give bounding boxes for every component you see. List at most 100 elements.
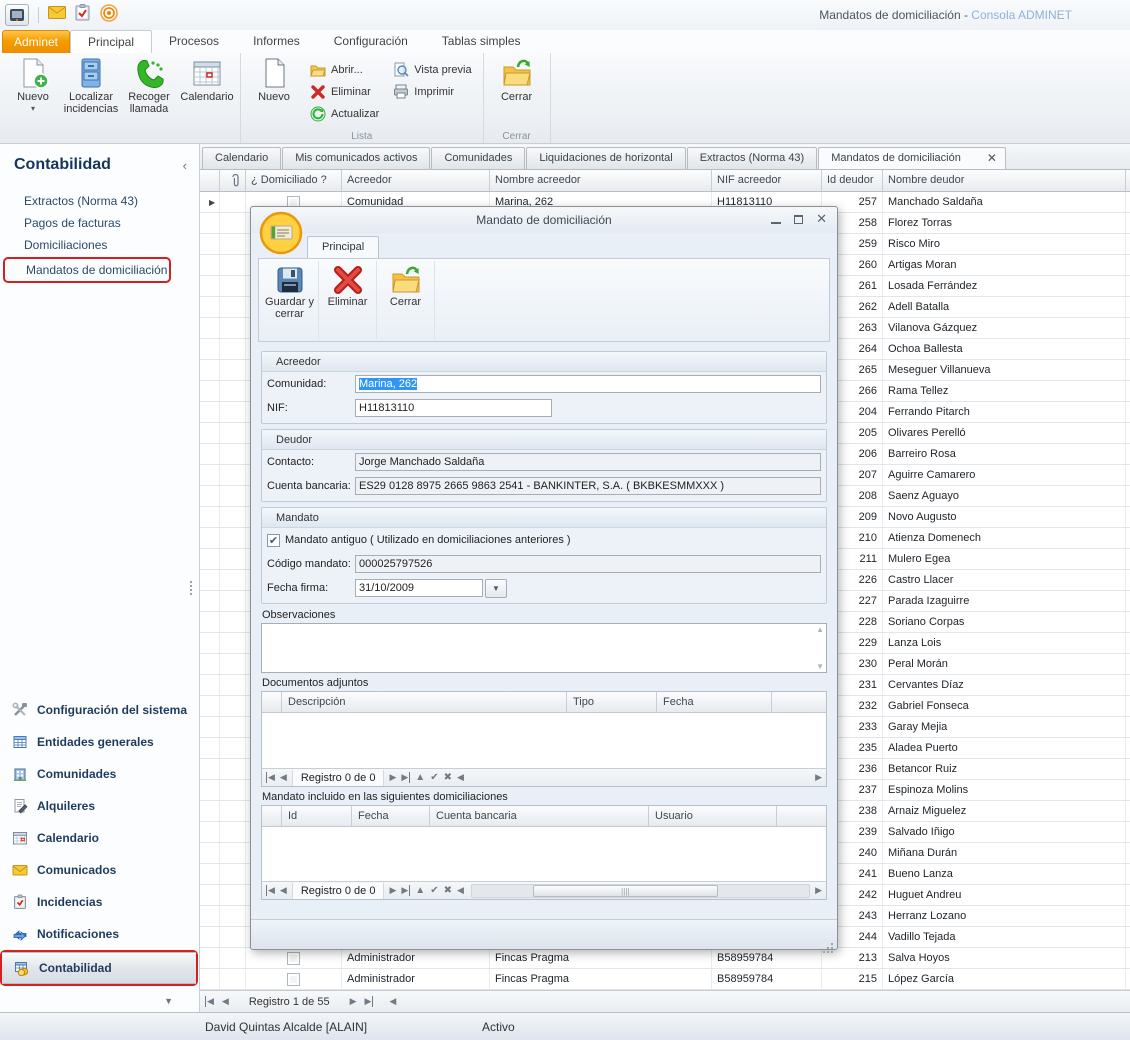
scrollbar-thumb[interactable]: [533, 885, 718, 897]
doc-tab-extractos[interactable]: Extractos (Norma 43): [687, 147, 818, 169]
sidebar-link-domiciliaciones[interactable]: Domiciliaciones: [0, 234, 199, 256]
cerrar-button[interactable]: Cerrar: [488, 55, 546, 127]
next-record-icon[interactable]: ▶: [350, 996, 357, 1007]
scroll-down-icon[interactable]: ▼: [816, 662, 824, 671]
sidebar-item-notificaciones[interactable]: Notificaciones: [0, 918, 199, 950]
col-id-deudor[interactable]: Id deudor: [822, 170, 883, 191]
col-domiciliado[interactable]: ¿ Domiciliado ?: [246, 170, 342, 191]
nuevo-button[interactable]: Nuevo ▾: [4, 55, 62, 127]
cancel-icon[interactable]: ✖: [444, 772, 452, 783]
ribbon-tab-configuracion[interactable]: Configuración: [317, 30, 425, 53]
contacto-field[interactable]: Jorge Manchado Saldaña: [355, 453, 821, 471]
mandato-antiguo-checkbox[interactable]: ✔: [267, 534, 280, 547]
sidebar-item-calendario[interactable]: Calendario: [0, 822, 199, 854]
abrir-button[interactable]: Abrir...: [307, 61, 382, 78]
dialog-cerrar-button[interactable]: Cerrar: [377, 261, 435, 339]
prev-record-icon[interactable]: ◀: [280, 772, 287, 783]
sidebar-item-configuracion-sistema[interactable]: Configuración del sistema: [0, 694, 199, 726]
collapse-chevron-icon[interactable]: ‹: [183, 158, 187, 173]
table-row[interactable]: Administrador Fincas Pragma B58959784 21…: [200, 948, 1130, 969]
doc-tab-liquidaciones[interactable]: Liquidaciones de horizontal: [526, 147, 685, 169]
application-button[interactable]: Adminet: [2, 30, 70, 53]
imprimir-button[interactable]: Imprimir: [390, 83, 474, 100]
restore-icon[interactable]: [794, 215, 803, 224]
sidebar-item-comunidades[interactable]: Comunidades: [0, 758, 199, 790]
doc-tab-mandatos[interactable]: Mandatos de domiciliación ✕: [818, 147, 1006, 169]
doc-col-descripcion[interactable]: Descripción: [282, 692, 567, 712]
insert-record-icon[interactable]: ▲: [415, 772, 425, 783]
prev-record-icon[interactable]: ◀: [280, 885, 287, 896]
tab-close-icon[interactable]: ✕: [987, 148, 997, 169]
next-record-icon[interactable]: ▶: [389, 772, 396, 783]
domiciliaciones-table-body[interactable]: [262, 827, 826, 881]
eliminar-button[interactable]: Eliminar: [307, 83, 382, 100]
sidebar-item-alquileres[interactable]: Alquileres: [0, 790, 199, 822]
comunidad-field[interactable]: Marina, 262: [355, 375, 821, 393]
documentos-table-body[interactable]: [262, 713, 826, 768]
calendario-button[interactable]: Calendario: [178, 55, 236, 127]
domiciliado-checkbox[interactable]: [287, 973, 300, 986]
guardar-y-cerrar-button[interactable]: Guardar y cerrar: [261, 261, 319, 339]
scroll-left-icon[interactable]: ◀: [457, 772, 464, 783]
horizontal-scrollbar[interactable]: [471, 884, 810, 898]
sidebar-item-comunicados[interactable]: Comunicados: [0, 854, 199, 886]
recoger-llamada-button[interactable]: Recoger llamada: [120, 55, 178, 127]
dom-col-usuario[interactable]: Usuario: [649, 806, 777, 826]
scroll-right-icon[interactable]: ▶: [815, 772, 822, 783]
nif-field[interactable]: H11813110: [355, 399, 552, 417]
sidebar-link-pagos[interactable]: Pagos de facturas: [0, 212, 199, 234]
scroll-up-icon[interactable]: ▲: [816, 625, 824, 634]
cancel-icon[interactable]: ✖: [444, 885, 452, 896]
close-icon[interactable]: ✕: [816, 212, 827, 226]
first-record-icon[interactable]: ◀: [266, 772, 275, 783]
doc-tab-calendario[interactable]: Calendario: [202, 147, 281, 169]
broadcast-icon[interactable]: [99, 3, 119, 27]
dom-col-cuenta[interactable]: Cuenta bancaria: [430, 806, 649, 826]
dialog-tab-principal[interactable]: Principal: [307, 236, 379, 258]
observaciones-textarea[interactable]: ▲ ▼: [261, 623, 827, 673]
minimize-icon[interactable]: [771, 215, 781, 224]
col-nombre-deudor[interactable]: Nombre deudor: [883, 170, 1126, 191]
fecha-firma-field[interactable]: 31/10/2009: [355, 579, 483, 597]
col-nombre-acreedor[interactable]: Nombre acreedor: [490, 170, 712, 191]
last-record-icon[interactable]: ▶: [401, 885, 410, 896]
doc-tab-comunicados[interactable]: Mis comunicados activos: [282, 147, 430, 169]
clipboard-check-icon[interactable]: [75, 4, 90, 26]
last-record-icon[interactable]: ▶: [364, 996, 373, 1007]
prev-record-icon[interactable]: ◀: [222, 996, 229, 1007]
first-record-icon[interactable]: ◀: [205, 996, 214, 1007]
doc-col-fecha[interactable]: Fecha: [657, 692, 772, 712]
col-acreedor[interactable]: Acreedor: [342, 170, 490, 191]
sidebar-link-mandatos[interactable]: Mandatos de domiciliación: [5, 259, 169, 281]
paperclip-header-icon[interactable]: [220, 170, 246, 191]
scroll-left-icon[interactable]: ◀: [389, 996, 396, 1007]
sidebar-link-extractos[interactable]: Extractos (Norma 43): [0, 190, 199, 212]
col-nif-acreedor[interactable]: NIF acreedor: [712, 170, 822, 191]
domiciliado-checkbox[interactable]: [287, 952, 300, 965]
doc-col-tipo[interactable]: Tipo: [567, 692, 657, 712]
dialog-eliminar-button[interactable]: Eliminar: [319, 261, 377, 339]
first-record-icon[interactable]: ◀: [266, 885, 275, 896]
scroll-right-icon[interactable]: ▶: [815, 885, 822, 896]
last-record-icon[interactable]: ▶: [401, 772, 410, 783]
actualizar-button[interactable]: Actualizar: [307, 105, 382, 122]
commit-icon[interactable]: ✔: [430, 772, 438, 783]
localizar-incidencias-button[interactable]: Localizar incidencias: [62, 55, 120, 127]
vista-previa-button[interactable]: Vista previa: [390, 61, 474, 78]
ribbon-tab-procesos[interactable]: Procesos: [152, 30, 236, 53]
table-row[interactable]: Administrador Fincas Pragma B58959784 21…: [200, 969, 1130, 990]
sidebar-item-entidades-generales[interactable]: Entidades generales: [0, 726, 199, 758]
commit-icon[interactable]: ✔: [430, 885, 438, 896]
dom-col-fecha[interactable]: Fecha: [352, 806, 430, 826]
cuenta-bancaria-field[interactable]: ES29 0128 8975 2665 9863 2541 - BANKINTE…: [355, 477, 821, 495]
ribbon-tab-tablas-simples[interactable]: Tablas simples: [425, 30, 538, 53]
next-record-icon[interactable]: ▶: [389, 885, 396, 896]
sidebar-splitter-handle[interactable]: [190, 581, 192, 583]
dom-col-id[interactable]: Id: [282, 806, 352, 826]
mail-icon[interactable]: [48, 6, 66, 24]
doc-tab-comunidades[interactable]: Comunidades: [431, 147, 525, 169]
resize-grip-icon[interactable]: [831, 943, 833, 945]
phone-device-icon[interactable]: [5, 4, 29, 26]
codigo-mandato-field[interactable]: 000025797526: [355, 555, 821, 573]
dialog-titlebar[interactable]: Mandato de domiciliación: [251, 207, 837, 233]
